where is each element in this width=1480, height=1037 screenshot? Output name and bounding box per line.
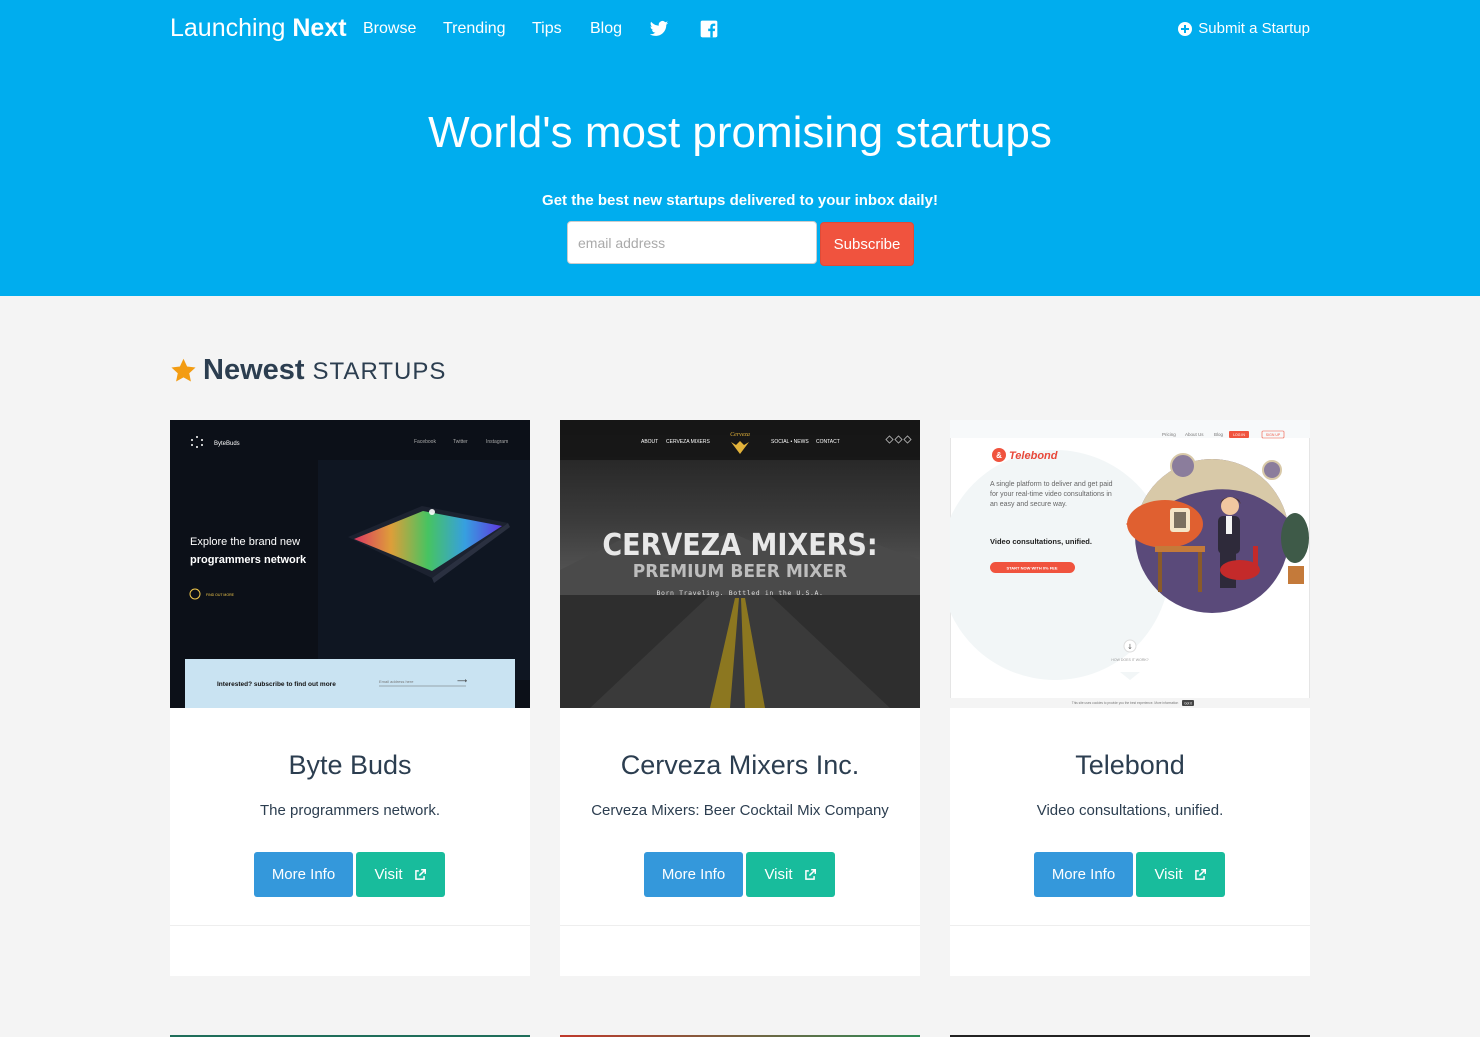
- plus-circle-icon: [1178, 21, 1193, 36]
- shot-logo: Telebond: [1009, 450, 1058, 462]
- shot-tagline: Video consultations, unified.: [990, 537, 1092, 546]
- hero-title: World's most promising startups: [428, 108, 1052, 157]
- shot-nav-blog: Blog: [1214, 432, 1224, 437]
- card-description: Cerveza Mixers: Beer Cocktail Mix Compan…: [591, 802, 889, 819]
- subscribe-button[interactable]: Subscribe: [820, 222, 914, 266]
- shot-nav-about: About Us: [1185, 432, 1204, 437]
- svg-text:↓: ↓: [1127, 643, 1133, 651]
- email-input[interactable]: [567, 221, 817, 264]
- shot-cookie-button: Got it: [1184, 701, 1192, 705]
- submit-startup-label: Submit a Startup: [1198, 20, 1310, 37]
- shot-tagline: Born Traveling. Bottled in the U.S.A.: [657, 589, 824, 597]
- shot-signup: SIGN UP: [1266, 433, 1281, 437]
- shot-login: LOG IN: [1233, 433, 1245, 437]
- shot-nav-about: ABOUT: [641, 439, 658, 445]
- header-banner: Launching Next Browse Trending Tips Blog…: [0, 0, 1480, 296]
- nav-link-browse[interactable]: Browse: [363, 20, 416, 38]
- hero-subtitle: Get the best new startups delivered to y…: [542, 192, 938, 209]
- shot-banner-text: Interested? subscribe to find out more: [217, 681, 336, 688]
- shot-cta: START NOW WITH 0% FEE: [1006, 566, 1057, 571]
- shot-banner-input: Email address here: [379, 679, 414, 684]
- brand-name-bold: Next: [292, 14, 347, 42]
- twitter-icon[interactable]: [649, 19, 669, 39]
- section-title-strong: Newest: [203, 354, 305, 386]
- card-title[interactable]: Byte Buds: [170, 750, 530, 781]
- shot-line-2: programmers network: [190, 554, 307, 566]
- more-info-label: More Info: [271, 866, 336, 883]
- visit-button[interactable]: Visit: [746, 852, 835, 897]
- startup-card-telebond: Pricing About Us Blog LOG IN SIGN UP & T…: [950, 420, 1310, 976]
- section-heading: Newest STARTUPS: [170, 354, 446, 387]
- card-description: The programmers network.: [259, 802, 441, 819]
- section-title-light: STARTUPS: [312, 358, 447, 385]
- shot-nav-twitter: Twitter: [453, 439, 468, 445]
- external-link-icon: [1194, 868, 1206, 880]
- star-icon: [171, 358, 196, 382]
- shot-nav-instagram: Instagram: [486, 439, 508, 445]
- nav-link-trending[interactable]: Trending: [443, 20, 506, 38]
- cerveza-mixers-screenshot[interactable]: ABOUT CERVEZA MIXERS SOCIAL • NEWS CONTA…: [560, 420, 920, 708]
- shot-body: A single platform to deliver and get pai…: [990, 481, 1113, 508]
- shot-how: HOW DOES IT WORK?: [1111, 658, 1148, 662]
- shot-headline: CERVEZA MIXERS:: [602, 528, 877, 563]
- byte-buds-screenshot[interactable]: ByteBuds Facebook Twitter Instagram Expl…: [170, 420, 530, 708]
- brand-name-light: Launching: [170, 14, 286, 42]
- facebook-icon[interactable]: [699, 19, 719, 39]
- visit-button[interactable]: Visit: [356, 852, 445, 897]
- svg-text:⟶: ⟶: [457, 677, 467, 685]
- startup-card-cerveza-mixers: ABOUT CERVEZA MIXERS SOCIAL • NEWS CONTA…: [560, 420, 920, 976]
- visit-button[interactable]: Visit: [1136, 852, 1225, 897]
- more-info-label: More Info: [1051, 866, 1116, 883]
- visit-label: Visit: [1154, 866, 1183, 883]
- more-info-label: More Info: [661, 866, 726, 883]
- card-title[interactable]: Cerveza Mixers Inc.: [560, 750, 920, 781]
- external-link-icon: [414, 868, 426, 880]
- shot-cookie: This site uses cookies to provide you th…: [1072, 701, 1179, 705]
- shot-nav-contact: CONTACT: [816, 439, 840, 445]
- shot-cta: FIND OUT MORE: [206, 593, 235, 597]
- telebond-screenshot[interactable]: Pricing About Us Blog LOG IN SIGN UP & T…: [950, 420, 1310, 708]
- navbar: Launching Next Browse Trending Tips Blog…: [170, 0, 1310, 60]
- more-info-button[interactable]: More Info: [254, 852, 353, 897]
- shot-logo: ByteBuds: [214, 441, 240, 447]
- external-link-icon: [804, 868, 816, 880]
- shot-nav-facebook: Facebook: [414, 439, 436, 445]
- startup-card-byte-buds: ByteBuds Facebook Twitter Instagram Expl…: [170, 420, 530, 976]
- svg-text:&: &: [996, 451, 1002, 460]
- visit-label: Visit: [764, 866, 793, 883]
- visit-label: Visit: [374, 866, 403, 883]
- submit-startup-button[interactable]: Submit a Startup: [1178, 20, 1310, 37]
- more-info-button[interactable]: More Info: [1034, 852, 1133, 897]
- card-title[interactable]: Telebond: [950, 750, 1310, 781]
- nav-link-tips[interactable]: Tips: [532, 20, 562, 38]
- nav-link-blog[interactable]: Blog: [590, 20, 622, 38]
- shot-nav-social: SOCIAL • NEWS: [771, 439, 809, 445]
- shot-logo: Cerveza: [730, 432, 750, 438]
- shot-nav-pricing: Pricing: [1162, 432, 1176, 437]
- shot-nav-mixers: CERVEZA MIXERS: [666, 439, 710, 445]
- card-divider: [170, 925, 530, 926]
- shot-subhead: PREMIUM BEER MIXER: [633, 562, 848, 583]
- card-divider: [560, 925, 920, 926]
- shot-line-1: Explore the brand new: [190, 536, 300, 548]
- card-description: Video consultations, unified.: [1036, 802, 1224, 819]
- more-info-button[interactable]: More Info: [644, 852, 743, 897]
- card-divider: [950, 925, 1310, 926]
- brand-logo[interactable]: Launching Next: [170, 14, 347, 43]
